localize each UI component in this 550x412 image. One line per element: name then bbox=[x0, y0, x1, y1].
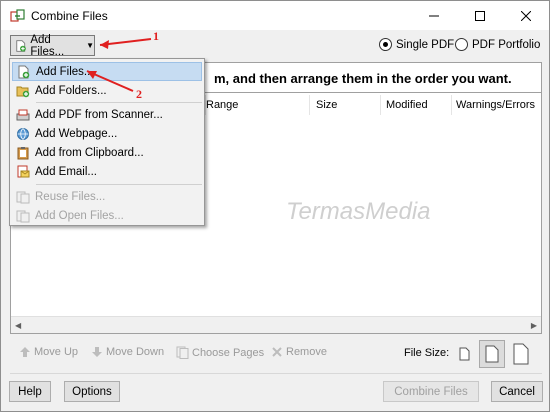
add-files-dropdown-menu: Add Files... Add Folders... Add PDF from… bbox=[9, 58, 205, 226]
scroll-left-icon[interactable]: ◀ bbox=[15, 321, 21, 330]
menu-item-label: Add PDF from Scanner... bbox=[35, 108, 163, 121]
menu-item-label: Add Webpage... bbox=[35, 127, 118, 140]
reuse-files-icon bbox=[15, 189, 31, 205]
email-icon bbox=[15, 164, 31, 180]
menu-item-add-folders[interactable]: Add Folders... bbox=[12, 81, 202, 100]
arrow-up-icon bbox=[20, 347, 30, 357]
open-files-icon bbox=[15, 208, 31, 224]
move-up-label: Move Up bbox=[34, 346, 79, 358]
menu-item-add-pdf-from-scanner[interactable]: Add PDF from Scanner... bbox=[12, 105, 202, 124]
remove-button[interactable]: Remove bbox=[271, 346, 327, 358]
column-divider bbox=[380, 95, 381, 115]
menu-item-label: Add Folders... bbox=[35, 84, 107, 97]
combine-files-icon bbox=[10, 9, 25, 22]
minimize-icon bbox=[429, 15, 439, 16]
menu-item-label: Add from Clipboard... bbox=[35, 146, 144, 159]
chevron-down-icon: ▼ bbox=[86, 41, 94, 50]
choose-pages-label: Choose Pages bbox=[192, 346, 265, 359]
menu-item-label: Add Files... bbox=[36, 65, 94, 78]
webpage-icon bbox=[15, 126, 31, 142]
file-size-medium-button[interactable] bbox=[479, 340, 505, 368]
maximize-icon bbox=[475, 10, 485, 21]
move-up-button[interactable]: Move Up bbox=[19, 346, 78, 358]
column-header-range[interactable]: Range bbox=[206, 99, 238, 111]
menu-item-label: Add Open Files... bbox=[35, 209, 124, 222]
single-pdf-radio[interactable] bbox=[379, 38, 392, 51]
pdf-portfolio-radio[interactable] bbox=[455, 38, 468, 51]
menu-item-reuse-files[interactable]: Reuse Files... bbox=[12, 187, 202, 206]
column-divider bbox=[451, 95, 452, 115]
menu-item-label: Reuse Files... bbox=[35, 190, 106, 203]
instruction-text: m, and then arrange them in the order yo… bbox=[214, 71, 512, 86]
menu-item-add-files[interactable]: Add Files... bbox=[12, 62, 202, 81]
cancel-button[interactable]: Cancel bbox=[491, 381, 543, 402]
watermark: TermasMedia bbox=[286, 198, 431, 225]
menu-item-add-from-clipboard[interactable]: Add from Clipboard... bbox=[12, 143, 202, 162]
add-files-button[interactable]: Add Files... ▼ bbox=[10, 33, 95, 58]
menu-separator bbox=[36, 184, 202, 185]
options-button[interactable]: Options bbox=[64, 381, 120, 402]
close-button[interactable] bbox=[503, 1, 549, 30]
add-folder-icon bbox=[15, 83, 31, 99]
medium-page-icon bbox=[485, 345, 499, 363]
column-divider bbox=[309, 95, 310, 115]
menu-item-add-email[interactable]: Add Email... bbox=[12, 162, 202, 181]
file-size-large-button[interactable] bbox=[508, 340, 534, 368]
annotation-step-1: 1 bbox=[153, 29, 159, 43]
single-pdf-option[interactable]: Single PDF bbox=[379, 38, 454, 51]
help-button[interactable]: Help bbox=[9, 381, 51, 402]
menu-item-label: Add Email... bbox=[35, 165, 97, 178]
small-page-icon bbox=[459, 347, 470, 361]
file-size-label: File Size: bbox=[404, 347, 450, 359]
annotation-arrow-1 bbox=[99, 38, 152, 46]
move-down-label: Move Down bbox=[106, 346, 165, 358]
menu-item-add-webpage[interactable]: Add Webpage... bbox=[12, 124, 202, 143]
column-header-warnings[interactable]: Warnings/Errors bbox=[456, 99, 535, 111]
menu-item-add-open-files[interactable]: Add Open Files... bbox=[12, 206, 202, 225]
remove-label: Remove bbox=[286, 346, 327, 358]
column-header-size[interactable]: Size bbox=[316, 99, 337, 111]
annotation-step-2: 2 bbox=[136, 87, 142, 101]
arrow-down-icon bbox=[92, 347, 102, 357]
pdf-portfolio-label: PDF Portfolio bbox=[472, 38, 541, 51]
scroll-right-icon[interactable]: ▶ bbox=[531, 321, 537, 330]
pages-icon bbox=[176, 346, 189, 359]
column-header-modified[interactable]: Modified bbox=[386, 99, 428, 111]
single-pdf-label: Single PDF bbox=[396, 38, 455, 51]
close-icon bbox=[521, 10, 531, 21]
file-size-small-button[interactable] bbox=[452, 340, 478, 368]
choose-pages-button[interactable]: Choose Pages bbox=[176, 346, 264, 359]
move-down-button[interactable]: Move Down bbox=[91, 346, 164, 358]
divider bbox=[10, 373, 542, 374]
maximize-button[interactable] bbox=[457, 1, 503, 30]
window-title: Combine Files bbox=[31, 9, 108, 23]
minimize-button[interactable] bbox=[411, 1, 457, 30]
menu-separator bbox=[36, 102, 202, 103]
add-file-icon bbox=[16, 39, 26, 52]
combine-files-button[interactable]: Combine Files bbox=[383, 381, 479, 402]
add-file-icon bbox=[16, 64, 32, 80]
add-files-label: Add Files... bbox=[30, 33, 65, 58]
combine-files-window: Combine Files Add Files... ▼ Single PDF … bbox=[0, 0, 550, 412]
horizontal-scrollbar[interactable]: ◀ ▶ bbox=[11, 316, 541, 333]
large-page-icon bbox=[513, 343, 529, 365]
scanner-icon bbox=[15, 107, 31, 123]
title-bar: Combine Files bbox=[1, 1, 549, 30]
pdf-portfolio-option[interactable]: PDF Portfolio bbox=[455, 38, 540, 51]
remove-icon bbox=[272, 347, 282, 357]
clipboard-icon bbox=[15, 145, 31, 161]
